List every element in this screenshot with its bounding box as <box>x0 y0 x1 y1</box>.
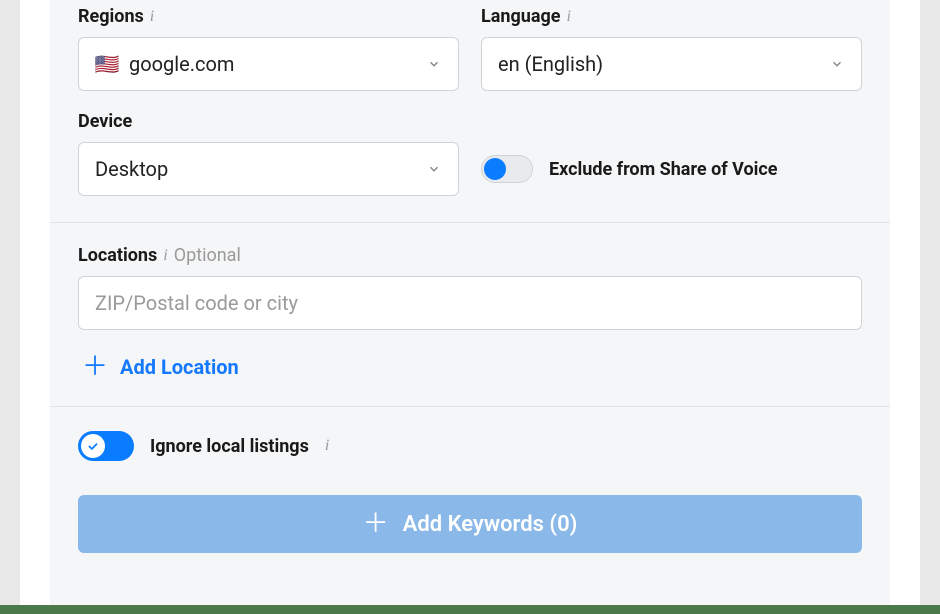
check-icon <box>86 439 100 453</box>
ignore-local-label: Ignore local listings <box>150 436 309 457</box>
toggle-knob <box>484 158 506 180</box>
exclude-sov-label: Exclude from Share of Voice <box>549 159 778 180</box>
regions-value: google.com <box>129 52 426 76</box>
device-select[interactable]: Desktop <box>78 142 459 196</box>
regions-label: Regions i <box>78 6 459 27</box>
language-select[interactable]: en (English) <box>481 37 862 91</box>
plus-icon: ＋ <box>363 511 389 537</box>
chevron-down-icon <box>426 56 442 72</box>
device-label-text: Device <box>78 111 132 132</box>
language-label: Language i <box>481 6 862 27</box>
bottom-bar <box>0 605 940 614</box>
language-label-text: Language <box>481 6 560 27</box>
regions-label-text: Regions <box>78 6 144 27</box>
info-icon[interactable]: i <box>325 437 329 455</box>
us-flag-icon: 🇺🇸 <box>95 56 119 72</box>
locations-label-text: Locations <box>78 245 157 266</box>
chevron-down-icon <box>426 161 442 177</box>
info-icon[interactable]: i <box>566 8 570 26</box>
info-icon[interactable]: i <box>150 8 154 26</box>
toggle-knob <box>81 434 105 458</box>
locations-input[interactable] <box>78 276 862 330</box>
info-icon[interactable]: i <box>163 247 167 265</box>
ignore-local-toggle[interactable] <box>78 431 134 461</box>
add-location-label: Add Location <box>120 355 239 379</box>
device-value: Desktop <box>95 157 426 181</box>
chevron-down-icon <box>829 56 845 72</box>
add-keywords-button[interactable]: ＋ Add Keywords (0) <box>78 495 862 553</box>
plus-icon: ＋ <box>82 354 108 380</box>
locations-label: Locations i Optional <box>78 245 862 266</box>
add-location-button[interactable]: ＋ Add Location <box>78 354 862 380</box>
exclude-sov-toggle[interactable] <box>481 155 533 183</box>
language-value: en (English) <box>498 52 829 76</box>
add-keywords-label: Add Keywords (0) <box>403 512 578 537</box>
device-label: Device <box>78 111 459 132</box>
regions-select[interactable]: 🇺🇸 google.com <box>78 37 459 91</box>
locations-optional: Optional <box>174 245 241 266</box>
